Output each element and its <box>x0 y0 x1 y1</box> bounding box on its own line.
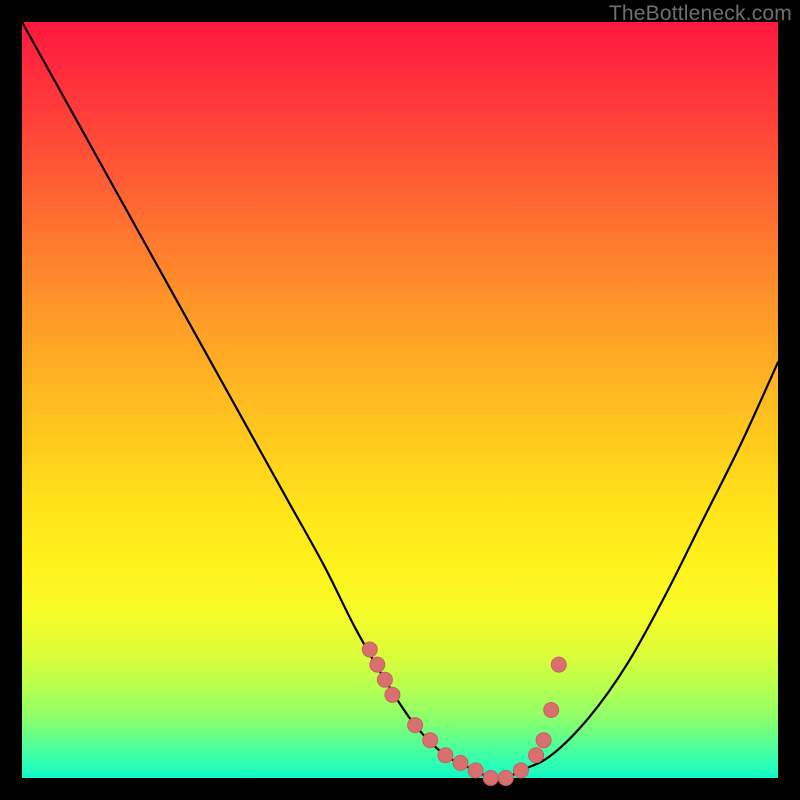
bottleneck-curve <box>22 22 778 779</box>
data-marker <box>438 748 453 763</box>
data-marker <box>551 657 566 672</box>
data-marker <box>377 672 392 687</box>
data-marker <box>498 771 513 786</box>
data-marker <box>536 733 551 748</box>
plot-area <box>22 22 778 778</box>
data-marker <box>468 763 483 778</box>
data-marker <box>408 718 423 733</box>
data-marker <box>370 657 385 672</box>
chart-frame: TheBottleneck.com <box>0 0 800 800</box>
data-marker <box>453 755 468 770</box>
data-marker <box>423 733 438 748</box>
data-marker <box>529 748 544 763</box>
data-marker <box>544 703 559 718</box>
data-marker <box>483 771 498 786</box>
curve-svg <box>22 22 778 778</box>
data-marker <box>514 763 529 778</box>
data-marker <box>385 687 400 702</box>
data-marker <box>362 642 377 657</box>
